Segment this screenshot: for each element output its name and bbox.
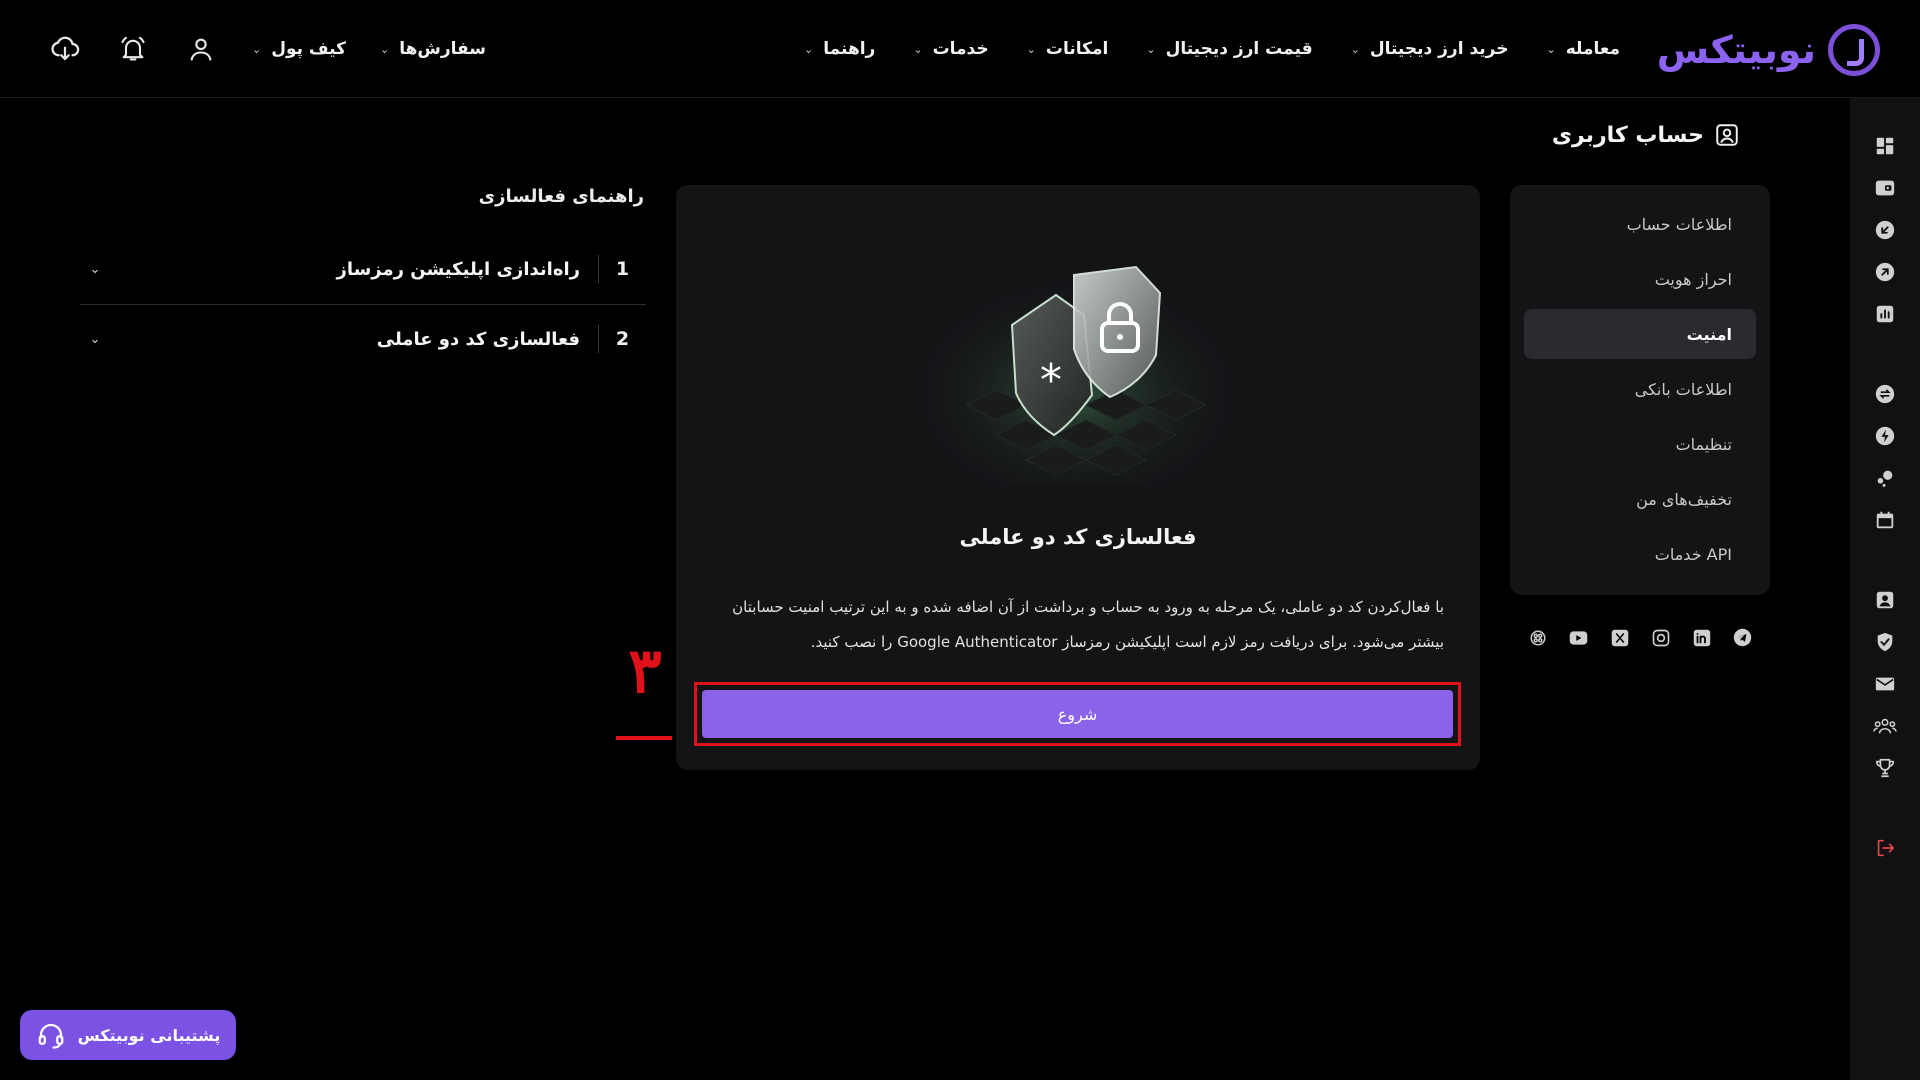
guide-step-2[interactable]: 2 فعالسازی کد دو عاملی ⌄: [80, 310, 646, 368]
menu-item-verification[interactable]: احراز هویت: [1524, 254, 1756, 304]
wallet-label: کیف پول: [271, 39, 347, 59]
linkedin-icon[interactable]: [1692, 628, 1711, 647]
guide-step-number: 1: [598, 255, 646, 283]
two-factor-card: * فعالسازی کد دو عاملی با فعال‌کردن کد د…: [676, 185, 1480, 770]
staking-icon[interactable]: [1873, 466, 1897, 490]
nav-item-crypto-prices[interactable]: قیمت ارز دیجیتال ⌄: [1146, 39, 1312, 59]
menu-item-settings[interactable]: تنظیمات: [1524, 419, 1756, 469]
guide-divider: [80, 304, 646, 305]
instagram-icon[interactable]: [1651, 628, 1670, 647]
page-title-text: حساب کاربری: [1551, 122, 1704, 148]
nav-item-services[interactable]: خدمات ⌄: [913, 39, 988, 59]
wallet-dropdown[interactable]: کیف پول ⌄: [252, 39, 346, 59]
guide-title: راهنمای فعالسازی: [478, 186, 644, 207]
withdraw-icon[interactable]: [1873, 260, 1897, 284]
deposit-icon[interactable]: [1873, 218, 1897, 242]
nav-item-help[interactable]: راهنما ⌄: [804, 39, 875, 59]
profile-card-icon: [1716, 124, 1738, 146]
lightning-icon[interactable]: [1873, 424, 1897, 448]
top-bar: نوبیتکس معامله ⌄ خرید ارز دیجیتال ⌄ قیمت…: [0, 0, 1920, 98]
profile-icon[interactable]: [1873, 588, 1897, 612]
menu-item-security[interactable]: امنیت: [1524, 309, 1756, 359]
chevron-down-icon: ⌄: [252, 42, 262, 56]
step-marker: ۳: [628, 634, 662, 707]
main-nav: معامله ⌄ خرید ارز دیجیتال ⌄ قیمت ارز دیج…: [804, 34, 1620, 64]
orders-dropdown[interactable]: سفارش‌ها ⌄: [380, 39, 486, 59]
social-links: [1528, 628, 1752, 647]
nav-label: راهنما: [823, 39, 876, 59]
shield-icon[interactable]: [1873, 630, 1897, 654]
brand-logo[interactable]: نوبیتکس: [1657, 22, 1880, 78]
user-icon[interactable]: [184, 32, 218, 66]
youtube-icon[interactable]: [1569, 628, 1588, 647]
nav-label: قیمت ارز دیجیتال: [1165, 39, 1313, 59]
guide-step-label: راه‌اندازی اپلیکیشن رمزساز: [336, 258, 580, 280]
support-button[interactable]: پشتیبانی نوبیتکس: [20, 1010, 236, 1060]
two-factor-illustration: *: [906, 245, 1246, 485]
account-menu: اطلاعات حساب احراز هویت امنیت اطلاعات با…: [1510, 185, 1770, 595]
logout-icon[interactable]: [1873, 836, 1897, 860]
support-label: پشتیبانی نوبیتکس: [77, 1025, 221, 1045]
menu-item-bank-info[interactable]: اطلاعات بانکی: [1524, 364, 1756, 414]
card-title: فعالسازی کد دو عاملی: [959, 525, 1197, 549]
wallet-icon[interactable]: [1873, 176, 1897, 200]
aparat-icon[interactable]: [1528, 628, 1547, 647]
x-icon[interactable]: [1610, 628, 1629, 647]
dashboard-icon[interactable]: [1873, 134, 1897, 158]
nav-label: خرید ارز دیجیتال: [1369, 39, 1509, 59]
telegram-icon[interactable]: [1733, 628, 1752, 647]
highlight-box: شروع: [694, 682, 1461, 746]
nav-item-trade[interactable]: معامله ⌄: [1547, 39, 1621, 59]
chart-icon[interactable]: [1873, 302, 1897, 326]
trophy-icon[interactable]: [1873, 756, 1897, 780]
orders-label: سفارش‌ها: [399, 39, 486, 59]
chevron-down-icon: ⌄: [1026, 42, 1036, 56]
chevron-down-icon: ⌄: [1350, 42, 1360, 56]
card-description: با فعال‌کردن کد دو عاملی، یک مرحله به ور…: [732, 598, 1444, 651]
headset-icon: [38, 1023, 64, 1049]
calendar-icon[interactable]: [1873, 508, 1897, 532]
convert-icon[interactable]: [1873, 382, 1897, 406]
mail-icon[interactable]: [1873, 672, 1897, 696]
nav-label: معامله: [1565, 39, 1620, 59]
chevron-down-icon: ⌄: [804, 42, 814, 56]
chevron-down-icon: ⌄: [380, 42, 390, 56]
nav-label: خدمات: [932, 39, 989, 59]
bell-icon[interactable]: [116, 32, 150, 66]
icon-rail: [1850, 98, 1920, 1080]
nav-item-features[interactable]: امکانات ⌄: [1027, 39, 1109, 59]
nav-label: امکانات: [1045, 39, 1109, 59]
chevron-down-icon: ⌄: [89, 261, 101, 277]
brand-name: نوبیتکس: [1656, 28, 1816, 72]
svg-text:*: *: [1040, 355, 1062, 406]
guide-step-label: فعالسازی کد دو عاملی: [376, 328, 580, 350]
download-app-icon[interactable]: [48, 32, 82, 66]
brand-mark-icon: [1828, 24, 1880, 76]
menu-item-account-info[interactable]: اطلاعات حساب: [1524, 199, 1756, 249]
top-actions: کیف پول ⌄ سفارش‌ها ⌄: [48, 32, 486, 66]
step-marker-underline: [616, 736, 672, 740]
chevron-down-icon: ⌄: [913, 42, 923, 56]
guide-step-number: 2: [598, 325, 646, 353]
menu-item-api-services[interactable]: خدمات API: [1524, 529, 1756, 579]
chevron-down-icon: ⌄: [1146, 42, 1156, 56]
start-button[interactable]: شروع: [702, 690, 1453, 738]
chevron-down-icon: ⌄: [89, 331, 101, 347]
referral-icon[interactable]: [1873, 714, 1897, 738]
menu-item-my-discounts[interactable]: تخفیف‌های من: [1524, 474, 1756, 524]
page-title: حساب کاربری: [1552, 122, 1740, 148]
guide-step-1[interactable]: 1 راه‌اندازی اپلیکیشن رمزساز ⌄: [80, 240, 646, 298]
nav-item-buy-crypto[interactable]: خرید ارز دیجیتال ⌄: [1351, 39, 1509, 59]
chevron-down-icon: ⌄: [1546, 42, 1556, 56]
